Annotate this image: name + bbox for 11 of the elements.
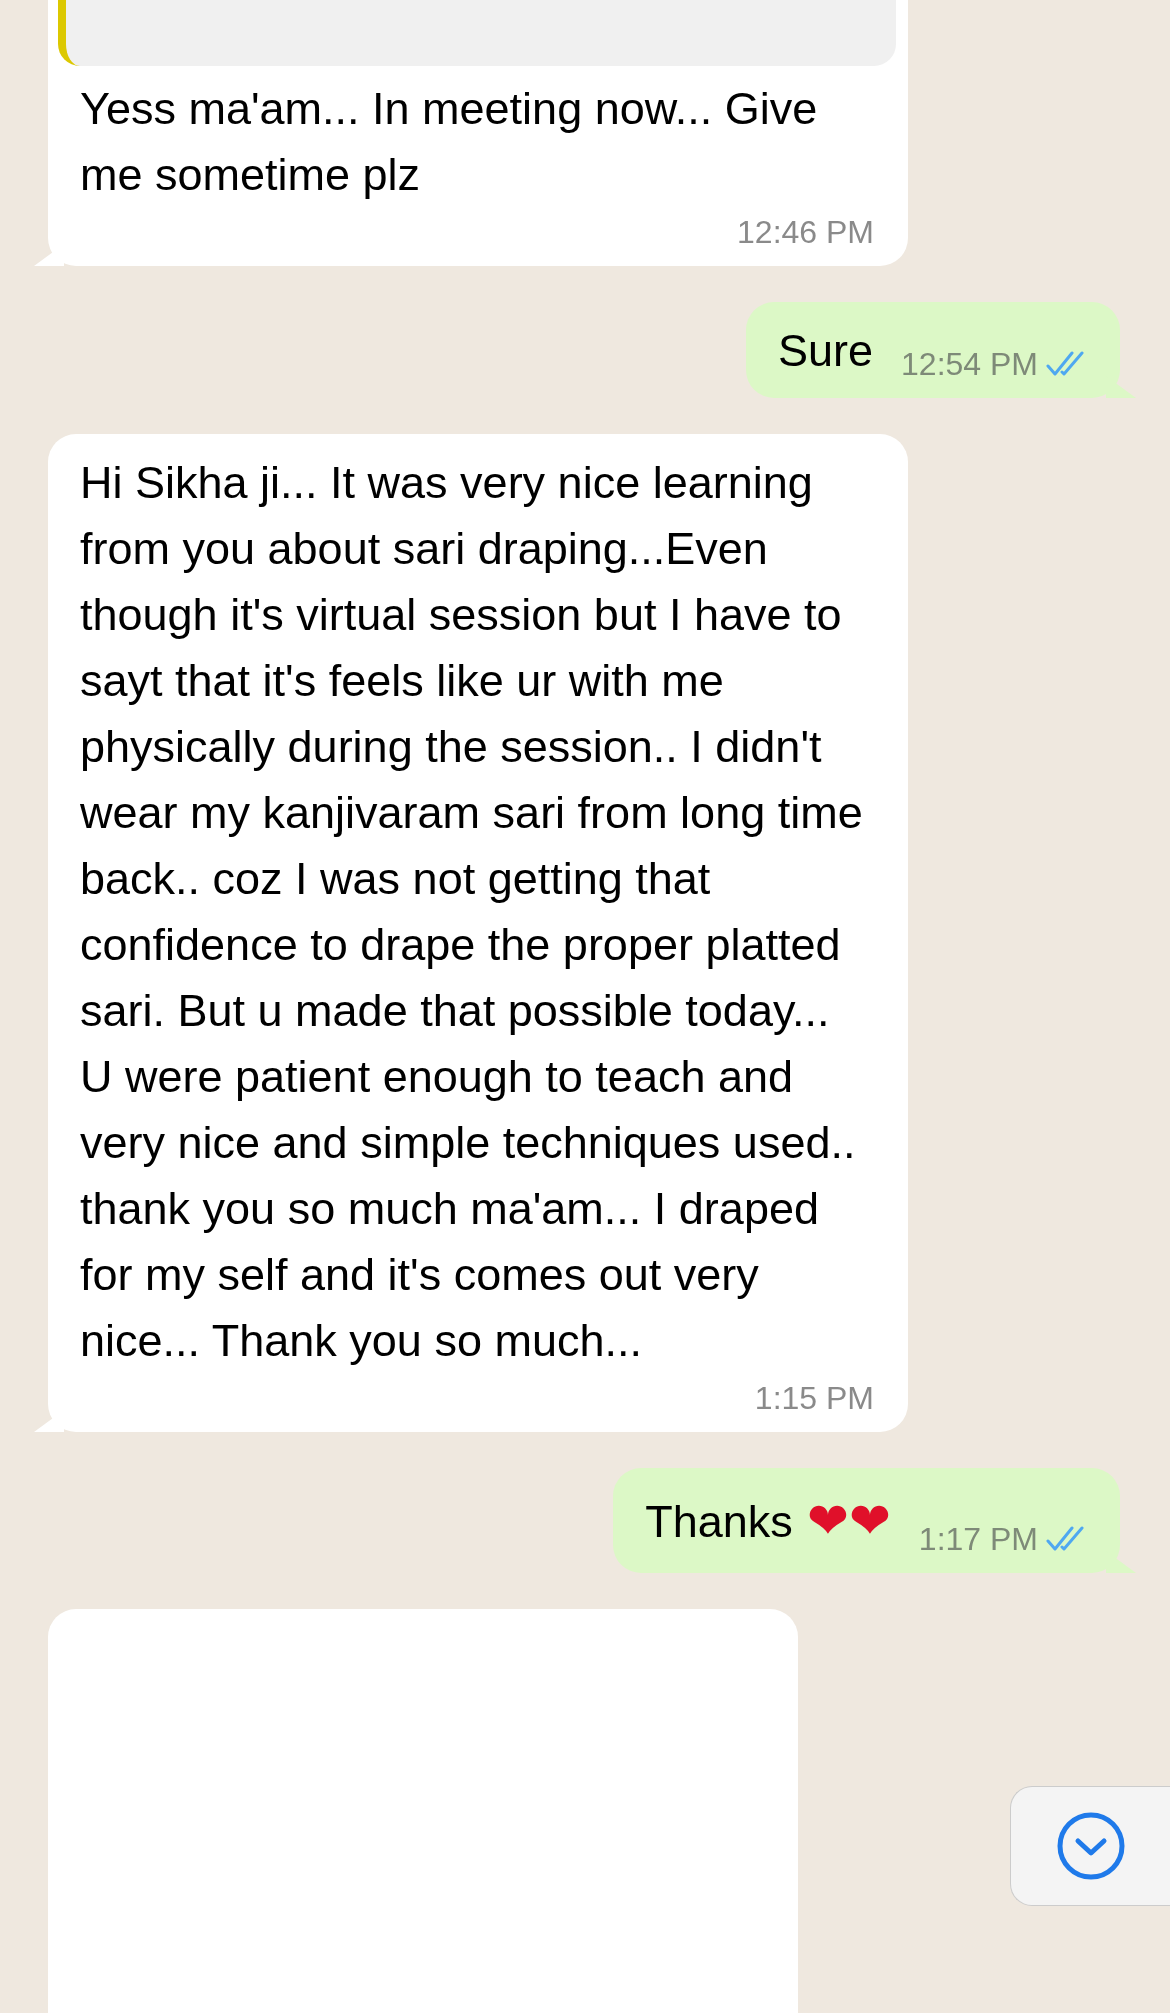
scroll-down-button[interactable]	[1010, 1786, 1170, 1906]
message-text: Hi Sikha ji... It was very nice learning from you about sari draping...Even though it's virtual session but I have to sayt that it's feels like ur with me physically during the session.. I didn't wear my kanjivaram sari from long time back.. coz I was not getting that confidence to drape the proper platted sari. But u made that possible today... U were patient enough to teach and very nice and simple techniques used.. thank you so much ma'am... I draped for my self and it's comes out very nice... Thank you so much...	[80, 456, 864, 1368]
message-time: 1:17 PM	[918, 1520, 1038, 1559]
message-time: 12:46 PM	[737, 213, 874, 252]
message-text: Sure	[777, 324, 874, 378]
heart-emoji: ❤❤	[806, 1492, 891, 1551]
message-text: Yess ma'am... In meeting now... Give me sometime plz	[80, 82, 819, 202]
message-time: 1:15 PM	[754, 1379, 874, 1418]
message-time: 12:54 PM	[901, 345, 1038, 384]
message-text: Thanks	[645, 1494, 793, 1549]
chevron-down-icon	[1055, 1811, 1126, 1881]
